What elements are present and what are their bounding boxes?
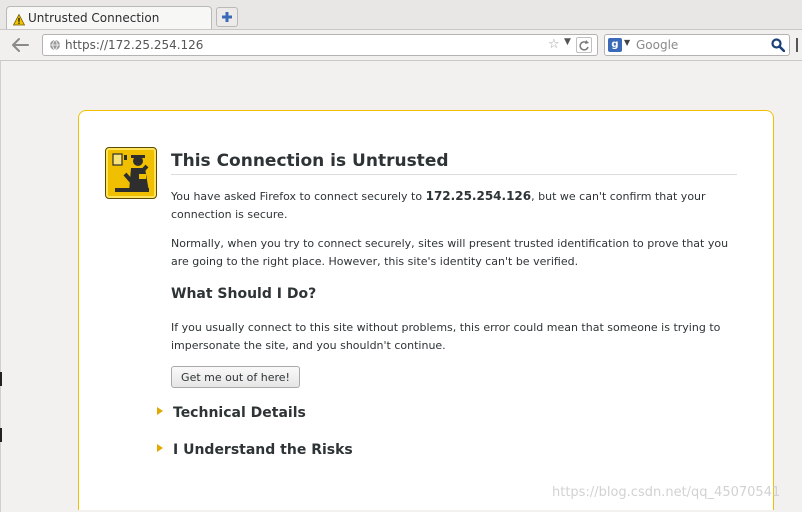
chevron-down-icon[interactable]: ▼: [564, 37, 571, 47]
toolbar-edge: [796, 38, 798, 52]
intro-prefix: You have asked Firefox to connect secure…: [171, 190, 426, 203]
google-icon[interactable]: g: [608, 38, 622, 52]
new-tab-button[interactable]: [216, 7, 238, 27]
search-input[interactable]: Google: [636, 38, 678, 52]
triangle-right-icon: [157, 444, 163, 452]
get-me-out-button[interactable]: Get me out of here!: [171, 366, 300, 388]
reload-icon[interactable]: [576, 37, 592, 53]
understand-risks-label: I Understand the Risks: [173, 442, 353, 458]
intro-paragraph: You have asked Firefox to connect secure…: [171, 188, 737, 223]
technical-details-label: Technical Details: [173, 405, 306, 421]
error-panel: This Connection is Untrusted You have as…: [78, 110, 774, 510]
page-title: This Connection is Untrusted: [171, 151, 449, 171]
explanation-paragraph: Normally, when you try to connect secure…: [171, 237, 729, 268]
globe-icon[interactable]: [49, 39, 61, 51]
window-edge-mark: [0, 428, 2, 442]
search-bar[interactable]: g ▼ Google: [604, 34, 790, 56]
page-title-block: This Connection is Untrusted: [171, 151, 737, 175]
tab-title: Untrusted Connection: [28, 11, 160, 25]
chevron-down-icon[interactable]: ▼: [624, 38, 630, 47]
back-button[interactable]: [10, 36, 32, 54]
technical-details-expander[interactable]: Technical Details: [157, 405, 306, 421]
plus-icon: [222, 12, 232, 22]
security-guard-icon: [105, 147, 157, 199]
window-edge-mark: [0, 372, 2, 386]
navigation-toolbar: https://172.25.254.126 ☆ ▼ g ▼ Google: [0, 29, 802, 61]
what-to-do-heading: What Should I Do?: [171, 286, 317, 302]
what-to-do-paragraph: If you usually connect to this site with…: [171, 321, 721, 352]
url-text[interactable]: https://172.25.254.126: [65, 38, 203, 52]
back-arrow-icon: [12, 38, 29, 52]
understand-risks-expander[interactable]: I Understand the Risks: [157, 442, 353, 458]
intro-host: 172.25.254.126: [425, 189, 532, 203]
tab-untrusted-connection[interactable]: Untrusted Connection: [6, 6, 212, 29]
watermark: https://blog.csdn.net/qq_45070541: [552, 485, 781, 500]
page-content: This Connection is Untrusted You have as…: [0, 61, 802, 512]
url-bar[interactable]: https://172.25.254.126 ☆ ▼: [42, 34, 598, 56]
warning-triangle-icon: [12, 11, 26, 26]
triangle-right-icon: [157, 407, 163, 415]
magnifier-icon[interactable]: [771, 38, 785, 52]
tab-strip: Untrusted Connection: [0, 0, 802, 30]
star-icon[interactable]: ☆: [548, 37, 560, 52]
